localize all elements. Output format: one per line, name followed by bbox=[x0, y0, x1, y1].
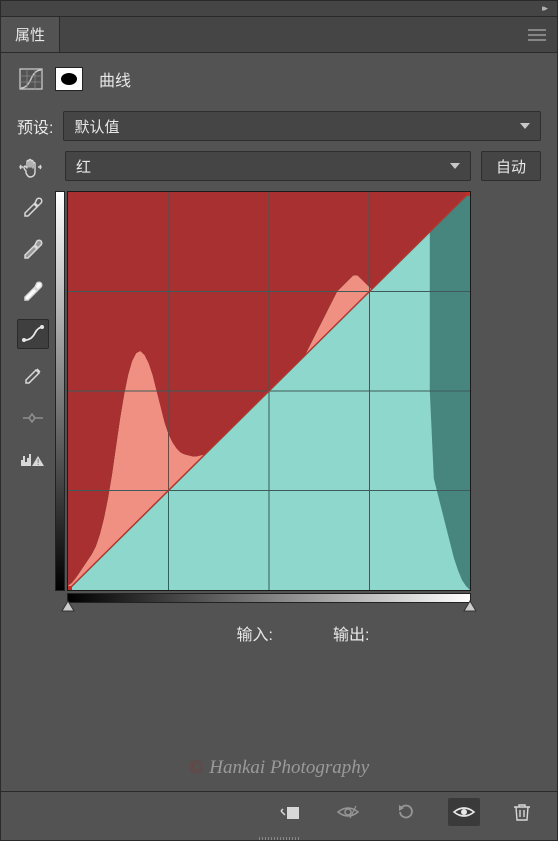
pencil-icon bbox=[23, 366, 43, 386]
panel-resize-grip[interactable] bbox=[249, 835, 309, 841]
chart-column: 红 自动 bbox=[65, 151, 541, 645]
curves-svg bbox=[68, 192, 470, 590]
adjustment-type-row: 曲线 bbox=[1, 53, 557, 105]
channel-select[interactable]: 红 bbox=[65, 151, 471, 181]
input-output-row: 输入: 输出: bbox=[65, 621, 541, 645]
eyedropper-icon bbox=[22, 239, 44, 261]
output-gradient-strip bbox=[55, 191, 65, 591]
svg-text:!: ! bbox=[37, 458, 39, 467]
tab-label: 属性 bbox=[15, 24, 45, 45]
tab-properties[interactable]: 属性 bbox=[1, 17, 60, 52]
reset-icon bbox=[396, 803, 416, 821]
preset-label: 预设: bbox=[17, 114, 53, 138]
auto-label: 自动 bbox=[496, 156, 526, 177]
edit-points-tool[interactable] bbox=[17, 319, 49, 349]
watermark-text: Hankai Photography bbox=[209, 757, 369, 778]
preset-select[interactable]: 默认值 bbox=[63, 111, 541, 141]
eyedropper-icon bbox=[22, 281, 44, 303]
channel-and-tools-row: ! 红 自动 bbox=[1, 147, 557, 645]
curves-icon bbox=[19, 68, 43, 90]
auto-button[interactable]: 自动 bbox=[481, 151, 541, 181]
preset-value: 默认值 bbox=[74, 116, 119, 137]
clip-icon bbox=[279, 803, 301, 821]
eye-compare-icon bbox=[336, 804, 360, 820]
curve-points-icon bbox=[21, 325, 45, 343]
eyedropper-icon bbox=[22, 197, 44, 219]
clip-to-layer-button[interactable] bbox=[274, 798, 306, 826]
layer-mask-thumbnail[interactable] bbox=[55, 67, 83, 91]
chevron-down-icon bbox=[520, 123, 530, 129]
output-label: 输出: bbox=[333, 621, 369, 645]
delete-button[interactable] bbox=[506, 798, 538, 826]
eyedropper-white-tool[interactable] bbox=[17, 277, 49, 307]
channel-value: 红 bbox=[76, 156, 91, 177]
visibility-toggle-button[interactable] bbox=[448, 798, 480, 826]
input-label: 输入: bbox=[237, 621, 273, 645]
adjustment-title: 曲线 bbox=[99, 67, 131, 91]
preset-row: 预设: 默认值 bbox=[1, 105, 557, 147]
histogram-warning-icon: ! bbox=[20, 450, 46, 470]
clip-warning-button[interactable]: ! bbox=[17, 445, 49, 475]
smooth-icon bbox=[21, 409, 45, 427]
eye-icon bbox=[452, 804, 476, 820]
chevron-down-icon bbox=[450, 163, 460, 169]
panel-footer bbox=[0, 791, 558, 831]
targeted-adjustment-tool[interactable] bbox=[17, 155, 45, 181]
view-previous-button[interactable] bbox=[332, 798, 364, 826]
panel-menu-button[interactable] bbox=[517, 17, 557, 52]
trash-icon bbox=[513, 802, 531, 822]
draw-curve-tool[interactable] bbox=[17, 361, 49, 391]
copyright-symbol: © bbox=[189, 757, 203, 778]
collapse-chevron-icon: ▸▸ bbox=[542, 3, 545, 14]
curves-adjustment-icon[interactable] bbox=[17, 66, 45, 92]
panel-collapse-bar[interactable]: ▸▸ bbox=[1, 1, 557, 17]
panel-header: 属性 bbox=[1, 17, 557, 53]
curves-plot-area[interactable] bbox=[67, 191, 471, 591]
curves-tool-sidebar: ! bbox=[17, 151, 51, 475]
smooth-curve-button[interactable] bbox=[17, 403, 49, 433]
watermark: © Hankai Photography bbox=[0, 757, 558, 779]
input-gradient-strip bbox=[67, 593, 471, 603]
eyedropper-black-tool[interactable] bbox=[17, 193, 49, 223]
hand-scrubby-icon bbox=[18, 157, 44, 179]
black-point-slider[interactable] bbox=[61, 599, 75, 613]
curves-chart[interactable] bbox=[67, 191, 471, 591]
reset-button[interactable] bbox=[390, 798, 422, 826]
eyedropper-gray-tool[interactable] bbox=[17, 235, 49, 265]
white-point-slider[interactable] bbox=[463, 599, 477, 613]
hamburger-icon bbox=[528, 29, 546, 41]
